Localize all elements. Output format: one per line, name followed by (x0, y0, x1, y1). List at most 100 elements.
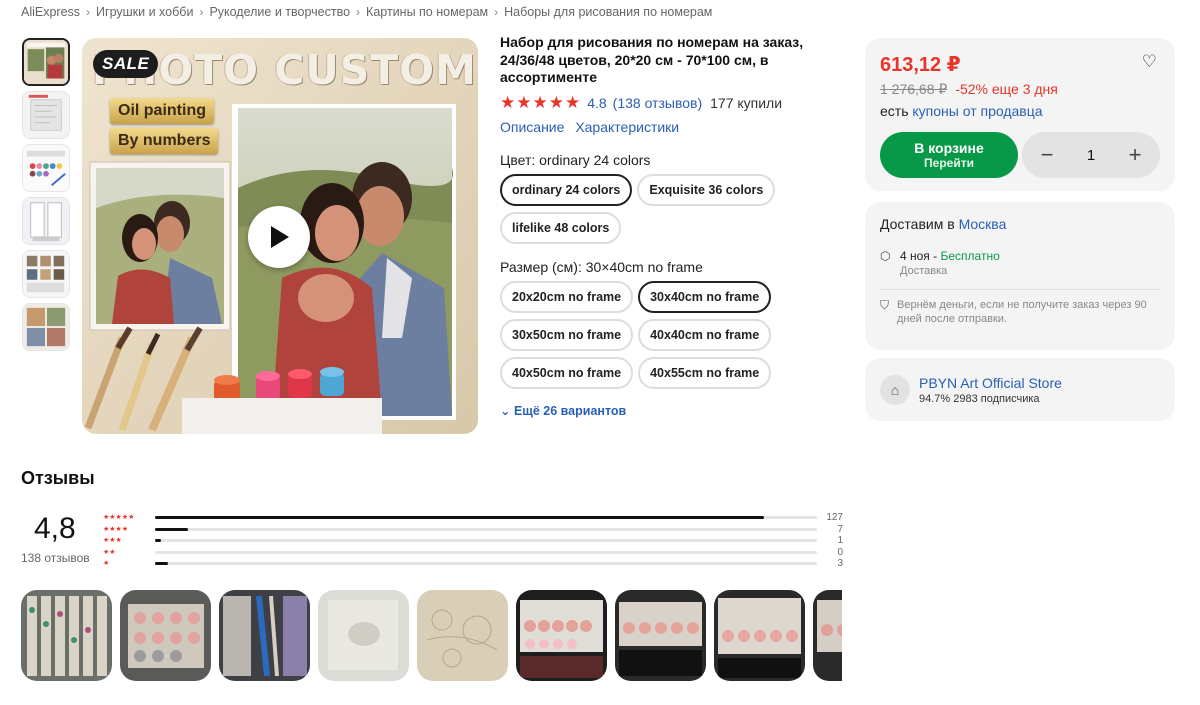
star-rating-icon: ★ (103, 560, 110, 568)
review-photo[interactable] (21, 590, 112, 681)
color-option[interactable]: ordinary 24 colors (500, 173, 633, 206)
rating-bar-count: 7 (837, 523, 843, 535)
heart-icon[interactable]: ♡ (1142, 52, 1157, 72)
size-option[interactable]: 40x50cm no frame (500, 356, 634, 389)
quantity-stepper: − 1 + (1022, 132, 1160, 178)
breadcrumb-item[interactable]: AliExpress (21, 5, 80, 19)
thumbnail[interactable] (22, 303, 70, 351)
size-option[interactable]: 20x20cm no frame (500, 280, 634, 313)
coupon-link[interactable]: купоны от продавца (912, 103, 1042, 119)
store-meta: 94.7% 2983 подписчика (919, 392, 1040, 405)
rating-bar-count: 127 (826, 512, 843, 524)
coupon-row: есть купоны от продавца (880, 103, 1160, 119)
rating-bar-fill (155, 562, 169, 566)
main-product-image[interactable]: PHOTO CUSTOM SALE Oil painting By number… (82, 38, 478, 434)
size-option[interactable]: 30x50cm no frame (500, 318, 634, 351)
more-variants-link[interactable]: ⌄ Ещё 26 вариантов (500, 403, 830, 418)
size-option[interactable]: 40x55cm no frame (638, 356, 772, 389)
more-variants-label: Ещё 26 вариантов (513, 403, 627, 418)
rating-bar (155, 527, 817, 531)
delivery-card: Доставим в Москва ⬡ 4 ноя - Бесплатно До… (865, 202, 1175, 350)
review-photo[interactable] (516, 590, 607, 681)
cart-button-sub: Перейти (924, 156, 974, 170)
tab-description[interactable]: Описание (500, 119, 564, 135)
review-photo[interactable] (120, 590, 211, 681)
review-photo[interactable] (417, 590, 508, 681)
shipping-row: ⬡ 4 ноя - Бесплатно Доставка (880, 249, 1160, 277)
refund-row: ⛉ Вернём деньги, если не получите заказ … (880, 298, 1160, 326)
rating-bar-count: 0 (837, 546, 843, 558)
tab-specs[interactable]: Характеристики (575, 119, 679, 135)
breadcrumb: AliExpress › Игрушки и хобби › Рукоделие… (21, 5, 712, 19)
size-option[interactable]: 30x40cm no frame (638, 280, 772, 313)
refund-text: Вернём деньги, если не получите заказ че… (897, 299, 1147, 325)
product-tabs: Описание Характеристики (500, 119, 830, 135)
city-link[interactable]: Москва (959, 216, 1007, 232)
rating-bar-fill (155, 516, 765, 520)
rating-bar-fill (155, 539, 161, 543)
thumbnail[interactable] (22, 38, 70, 86)
reviews-count: 138 отзывов (21, 551, 90, 565)
rating-bar-row: ★ 3 (103, 558, 843, 570)
star-rating-icon: ★★★ (103, 537, 122, 545)
breadcrumb-item[interactable]: Наборы для рисования по номерам (504, 5, 712, 19)
shipping-date: 4 ноя - Бесплатно (900, 249, 1000, 263)
rating-bar-row: ★★★★★ 127 (103, 512, 843, 524)
rating-bar-row: ★★★ 1 (103, 535, 843, 547)
star-rating-icon: ★★★★★ (500, 92, 582, 112)
chevron-down-icon: ⌄ (500, 403, 511, 418)
old-price: 1 276,68 ₽ (880, 81, 948, 97)
thumbnail-strip (22, 38, 72, 356)
price-card: 613,12 ₽ 1 276,68 ₽ -52% еще 3 дня есть … (865, 38, 1175, 191)
review-photo[interactable] (615, 590, 706, 681)
review-photo[interactable] (219, 590, 310, 681)
play-icon (271, 226, 289, 248)
shipping-free: Бесплатно (940, 249, 1000, 263)
chevron-right-icon: › (86, 5, 91, 19)
box-icon: ⬡ (880, 249, 891, 263)
color-option[interactable]: lifelike 48 colors (500, 211, 622, 244)
rating-bar-count: 3 (837, 558, 843, 570)
plus-icon[interactable]: + (1124, 142, 1146, 168)
rating-distribution: ★★★★★ 127 ★★★★ 7 ★★★ 1 ★★ 0 ★ 3 (103, 512, 843, 570)
thumbnail[interactable] (22, 144, 70, 192)
size-label: Размер (см): 30×40cm no frame (500, 258, 703, 275)
review-photo[interactable] (318, 590, 409, 681)
reviews-link[interactable]: (138 отзывов) (613, 95, 702, 111)
thumbnail[interactable] (22, 197, 70, 245)
rating-bar-row: ★★★★ 7 (103, 524, 843, 536)
rating-bar (155, 539, 817, 543)
cart-button[interactable]: В корзине Перейти (880, 132, 1018, 178)
thumbnail[interactable] (22, 250, 70, 298)
store-name[interactable]: PBYN Art Official Store (919, 375, 1062, 391)
shipping-dash: - (929, 249, 941, 263)
old-price-row: 1 276,68 ₽ -52% еще 3 дня (880, 81, 1160, 98)
divider (880, 289, 1160, 290)
delivery-prefix: Доставим в (880, 216, 955, 232)
star-rating-icon: ★★ (103, 548, 116, 556)
minus-icon[interactable]: − (1036, 142, 1058, 168)
cart-row: В корзине Перейти − 1 + (880, 132, 1160, 178)
promo-tag: Oil painting (110, 98, 214, 124)
rating-bar (155, 562, 817, 566)
play-button[interactable] (248, 206, 310, 268)
reviews-rating: 4,8 (34, 512, 76, 545)
delivery-title: Доставим в Москва (880, 216, 1160, 232)
breadcrumb-item[interactable]: Рукоделие и творчество (209, 5, 350, 19)
review-photo[interactable] (813, 590, 842, 681)
thumbnail[interactable] (22, 91, 70, 139)
chevron-right-icon: › (199, 5, 204, 19)
color-option[interactable]: Exquisite 36 colors (637, 173, 776, 206)
product-title: Набор для рисования по номерам на заказ,… (500, 34, 804, 85)
store-icon: ⌂ (880, 374, 910, 405)
breadcrumb-item[interactable]: Картины по номерам (366, 5, 488, 19)
rating-bar-count: 1 (837, 535, 843, 547)
review-photo[interactable] (714, 590, 805, 681)
size-option[interactable]: 40x40cm no frame (638, 318, 772, 351)
discount-label: -52% еще 3 дня (955, 81, 1058, 97)
store-card[interactable]: ⌂ PBYN Art Official Store 94.7% 2983 под… (865, 358, 1175, 421)
chevron-right-icon: › (356, 5, 361, 19)
cart-button-label: В корзине (914, 140, 984, 156)
rating-value[interactable]: 4.8 (587, 95, 606, 111)
breadcrumb-item[interactable]: Игрушки и хобби (96, 5, 193, 19)
